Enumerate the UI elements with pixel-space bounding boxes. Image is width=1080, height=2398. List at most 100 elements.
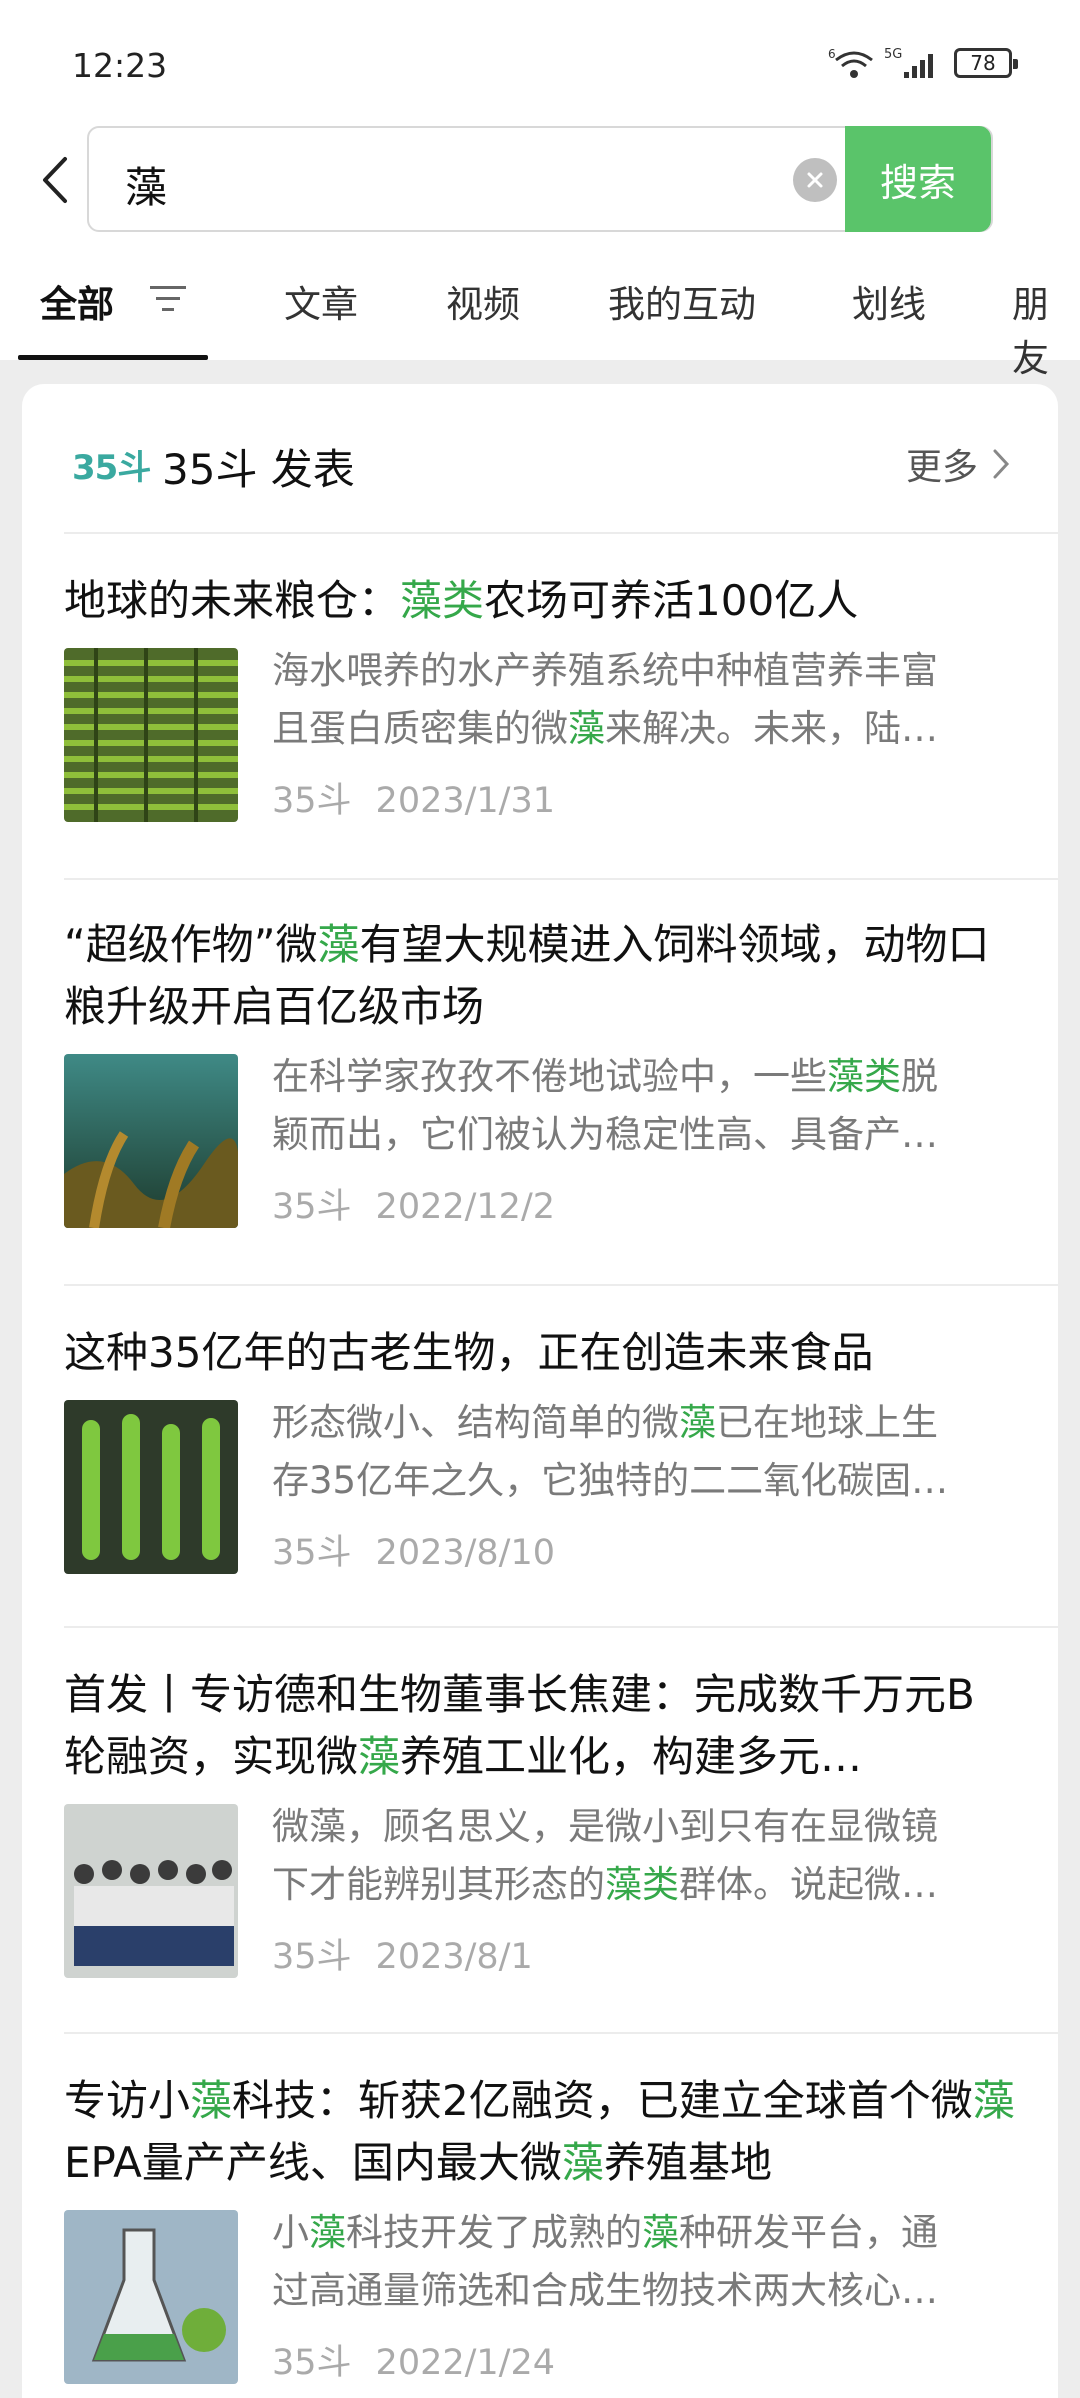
article-body: 形态微小、结构简单的微藻已在地球上生 存35亿年之久，它独特的二二氧化碳固… 3… [64,1400,1016,1574]
article-snippet: 小藻科技开发了成熟的藻种研发平台，通 过高通量筛选和合成生物技术两大核心… [272,2204,1016,2320]
article-meta: 35斗 2023/1/31 [272,772,555,823]
text-segment: 微藻，顾名思义，是微小到只有在显微镜 [272,1805,938,1848]
keyword-highlight: 藻 [358,1732,401,1781]
article-date: 2022/1/24 [375,2343,556,2383]
wifi-icon: 6 [828,47,873,78]
article-title: 首发丨专访德和生物董事长焦建：完成数千万元B轮融资，实现微藻养殖工业化，构建多元… [64,1664,1016,1788]
team-photo-image [64,1804,238,1978]
divider [64,2032,1058,2034]
article-date: 2023/8/1 [375,1937,533,1977]
text-segment: 下才能辨别其形态的 [272,1863,605,1906]
chevron-right-icon [993,449,1010,479]
battery-indicator: 78 [954,48,1018,78]
text-segment: 在科学家孜孜不倦地试验中，一些 [272,1055,827,1098]
article-meta: 35斗 2022/1/24 [272,2334,555,2385]
search-box[interactable]: 藻 搜索 [87,126,993,232]
article-item[interactable]: 专访小藻科技：斩获2亿融资，已建立全球首个微藻EPA量产产线、国内最大微藻养殖基… [64,2070,1016,2384]
chevron-left-icon [43,157,67,203]
article-date: 2023/8/10 [375,1533,556,1573]
keyword-highlight: 藻 [309,2211,346,2254]
tab-underlines[interactable]: 划线 [852,274,926,328]
text-segment: 养殖工业化，构建多元… [400,1732,863,1781]
keyword-highlight: 藻 [190,2076,233,2125]
search-row: 藻 搜索 [0,120,1080,240]
article-body: 微藻，顾名思义，是微小到只有在显微镜 下才能辨别其形态的藻类群体。说起微… 35… [64,1804,1016,1978]
back-button[interactable] [28,148,80,212]
active-tab-indicator [18,355,208,360]
text-segment: 过高通量筛选和合成生物技术两大核心… [272,2269,938,2312]
text-segment: 农场可养活100亿人 [484,576,859,625]
article-title: “超级作物”微藻有望大规模进入饲料领域，动物口粮升级开启百亿级市场 [64,914,1016,1038]
text-segment: 已在地球上生 [716,1401,938,1444]
keyword-highlight: 藻 [317,920,360,969]
tab-articles[interactable]: 文章 [284,274,358,328]
article-item[interactable]: 首发丨专访德和生物董事长焦建：完成数千万元B轮融资，实现微藻养殖工业化，构建多元… [64,1664,1016,1978]
status-bar: 12:23 6 5G 78 [0,0,1080,120]
text-segment: 专访小 [64,2076,191,2125]
article-title: 这种35亿年的古老生物，正在创造未来食品 [64,1322,1016,1384]
article-snippet: 微藻，顾名思义，是微小到只有在显微镜 下才能辨别其形态的藻类群体。说起微… [272,1798,1016,1914]
keyword-highlight: 藻 [679,1401,716,1444]
text-segment: 小 [272,2211,309,2254]
signal-icon: 5G [884,47,933,78]
article-date: 2022/12/2 [375,1187,556,1227]
text-segment: 脱 [901,1055,938,1098]
article-source: 35斗 [272,2343,352,2383]
keyword-highlight: 藻 [561,2138,604,2187]
status-time: 12:23 [72,46,168,85]
article-meta: 35斗 2023/8/1 [272,1928,533,1979]
text-segment: 科技：斩获2亿融资，已建立全球首个微 [232,2076,973,2125]
article-source: 35斗 [272,781,352,821]
text-segment: 海水喂养的水产养殖系统中种植营养丰富 [272,649,938,692]
article-item[interactable]: “超级作物”微藻有望大规模进入饲料领域，动物口粮升级开启百亿级市场 在科学家孜孜… [64,914,1016,1228]
text-segment: 地球的未来粮仓： [64,576,401,625]
tab-friends[interactable]: 朋友 [1012,274,1080,382]
text-segment: 群体。说起微… [679,1863,938,1906]
article-title: 地球的未来粮仓：藻类农场可养活100亿人 [64,570,1016,632]
svg-text:6: 6 [828,47,836,61]
account-logo: 35斗 [72,448,151,488]
article-snippet: 海水喂养的水产养殖系统中种植营养丰富 且蛋白质密集的微藻来解决。未来，陆… [272,642,1016,758]
tab-videos[interactable]: 视频 [446,274,520,328]
keyword-highlight: 藻 [972,2076,1015,2125]
svg-text:5G: 5G [884,47,902,62]
text-segment: 存35亿年之久，它独特的二二氧化碳固… [272,1459,949,1502]
more-label: 更多 [905,447,978,488]
tab-my-interactions[interactable]: 我的互动 [608,274,756,328]
article-snippet: 在科学家孜孜不倦地试验中，一些藻类脱 颖而出，它们被认为稳定性高、具备产… [272,1048,1016,1164]
divider [64,1626,1058,1628]
text-segment: 这种35亿年的古老生物，正在创造未来食品 [64,1328,874,1377]
article-meta: 35斗 2022/12/2 [272,1178,555,1229]
text-segment: 形态微小、结构简单的微 [272,1401,679,1444]
article-date: 2023/1/31 [375,781,556,821]
article-meta: 35斗 2023/8/10 [272,1524,555,1575]
text-segment: 颖而出，它们被认为稳定性高、具备产… [272,1113,938,1156]
text-segment: “超级作物”微 [64,920,318,969]
account-name: 35斗 发表 [162,445,355,494]
divider [64,1284,1058,1286]
keyword-highlight: 藻类 [605,1863,679,1906]
clear-search-button[interactable] [793,158,837,202]
article-title: 专访小藻科技：斩获2亿融资，已建立全球首个微藻EPA量产产线、国内最大微藻养殖基… [64,2070,1016,2194]
text-segment: 种研发平台，通 [679,2211,938,2254]
keyword-highlight: 藻 [568,707,605,750]
more-link[interactable]: 更多 [906,438,1010,490]
account-header[interactable]: 35斗 35斗 发表 更多 [22,384,1058,534]
lab-flask-image [64,2210,238,2384]
search-button[interactable]: 搜索 [845,126,991,232]
top-area: 12:23 6 5G 78 藻 搜索 全部 文章 视频 我的互动 划线 朋友 [0,0,1080,380]
divider [64,878,1058,880]
close-icon [807,172,823,188]
filter-icon[interactable] [148,284,188,314]
test-tubes-image [64,1400,238,1574]
tab-all[interactable]: 全部 [40,274,114,328]
article-snippet: 形态微小、结构简单的微藻已在地球上生 存35亿年之久，它独特的二二氧化碳固… [272,1394,1016,1510]
article-body: 小藻科技开发了成熟的藻种研发平台，通 过高通量筛选和合成生物技术两大核心… 35… [64,2210,1016,2384]
article-source: 35斗 [272,1533,352,1573]
text-segment: 科技开发了成熟的 [346,2211,642,2254]
keyword-highlight: 藻 [642,2211,679,2254]
article-item[interactable]: 地球的未来粮仓：藻类农场可养活100亿人 海水喂养的水产养殖系统中种植营养丰富 [64,570,1016,822]
article-item[interactable]: 这种35亿年的古老生物，正在创造未来食品 形态微小、结构简单的微藻已在地球上生 … [64,1322,1016,1574]
keyword-highlight: 藻类 [400,576,485,625]
search-input[interactable]: 藻 [125,154,167,215]
